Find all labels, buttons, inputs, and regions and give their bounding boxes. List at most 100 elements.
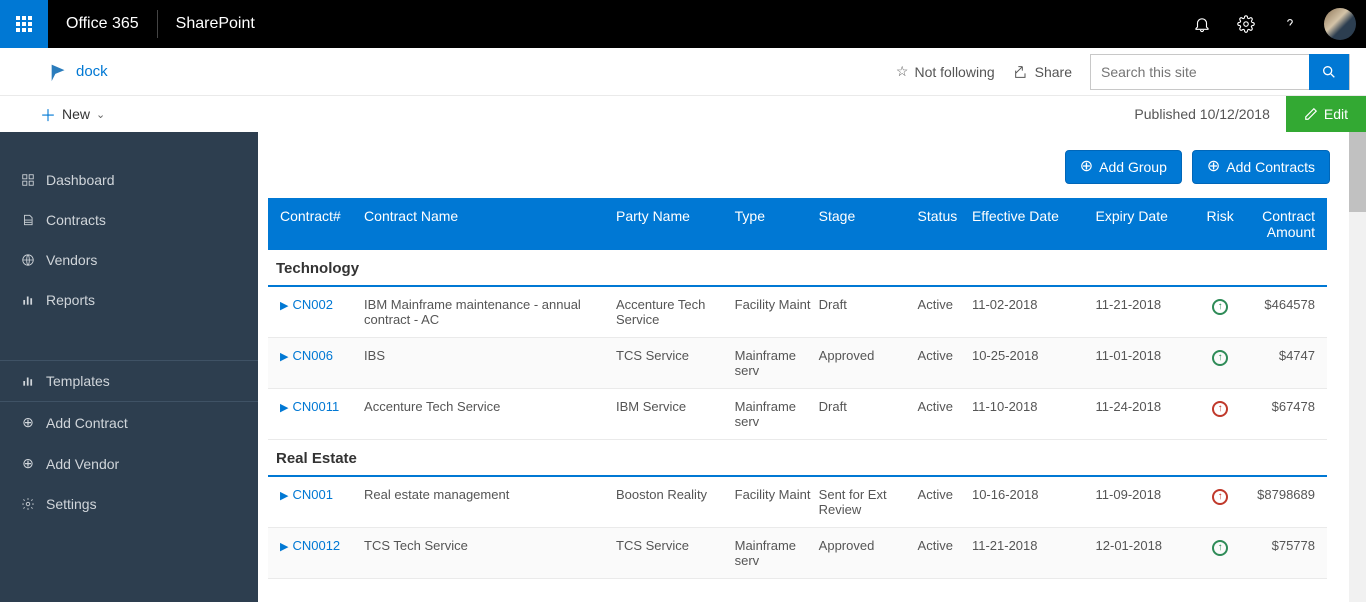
star-icon: ☆ <box>896 63 909 80</box>
search-input[interactable] <box>1091 64 1309 80</box>
th-expiry[interactable]: Expiry Date <box>1092 208 1201 240</box>
th-contract-name[interactable]: Contract Name <box>360 208 612 240</box>
table-row: ▶CN001Real estate managementBooston Real… <box>268 477 1327 528</box>
cell-expiry: 11-01-2018 <box>1092 348 1201 363</box>
sidebar-item-dashboard[interactable]: Dashboard <box>0 160 258 200</box>
cell-name: TCS Tech Service <box>360 538 612 553</box>
sidebar-item-vendors[interactable]: Vendors <box>0 240 258 280</box>
sidebar-item-add-contract[interactable]: ⊕ Add Contract <box>0 402 258 443</box>
search-button[interactable] <box>1309 54 1349 90</box>
cell-party: IBM Service <box>612 399 731 414</box>
group-header[interactable]: Technology <box>268 250 1327 287</box>
contracts-table: Contract# Contract Name Party Name Type … <box>268 198 1327 579</box>
cell-status: Active <box>914 399 968 414</box>
plus-circle-icon: ⊕ <box>20 455 36 472</box>
waffle-icon <box>16 16 32 32</box>
th-party-name[interactable]: Party Name <box>612 208 731 240</box>
not-following-label: Not following <box>914 64 994 80</box>
cell-name: Accenture Tech Service <box>360 399 612 414</box>
cell-type: Mainframe serv <box>731 538 815 568</box>
scrollbar-thumb[interactable] <box>1349 132 1366 212</box>
add-group-label: Add Group <box>1099 159 1167 175</box>
contract-number-link[interactable]: CN002 <box>292 297 332 312</box>
sidebar-item-settings[interactable]: Settings <box>0 484 258 524</box>
contract-number-link[interactable]: CN001 <box>292 487 332 502</box>
th-type[interactable]: Type <box>731 208 815 240</box>
global-nav-bar: Office 365 SharePoint <box>0 0 1366 48</box>
add-contracts-label: Add Contracts <box>1226 159 1315 175</box>
main-layout: Dashboard Contracts Vendors Reports <box>0 132 1366 602</box>
user-avatar[interactable] <box>1324 8 1356 40</box>
cell-stage: Approved <box>815 348 914 363</box>
contract-number-link[interactable]: CN0012 <box>292 538 340 553</box>
sidebar: Dashboard Contracts Vendors Reports <box>0 132 258 602</box>
th-amount[interactable]: Contract Amount <box>1240 208 1319 240</box>
plus-icon: ＋ <box>40 102 56 126</box>
expand-caret-icon[interactable]: ▶ <box>280 402 288 414</box>
table-row: ▶ CN0011 Accenture Tech ServiceIBM Service… <box>268 389 1327 440</box>
risk-indicator-icon: ↑ <box>1212 299 1228 315</box>
risk-indicator-icon: ↑ <box>1212 489 1228 505</box>
cell-risk: ↑ <box>1200 399 1240 417</box>
content-area: ⊕ Add Group ⊕ Add Contracts Contract# Co… <box>258 132 1366 602</box>
risk-indicator-icon: ↑ <box>1212 540 1228 556</box>
dashboard-icon <box>20 173 36 187</box>
contract-number-link[interactable]: CN0011 <box>292 399 339 414</box>
th-contract-num[interactable]: Contract# <box>276 208 360 240</box>
expand-caret-icon[interactable]: ▶ <box>280 300 288 312</box>
sidebar-item-label: Settings <box>46 496 97 512</box>
th-stage[interactable]: Stage <box>815 208 914 240</box>
cell-type: Facility Maint <box>731 487 815 502</box>
help-icon[interactable] <box>1270 0 1310 48</box>
sidebar-item-contracts[interactable]: Contracts <box>0 200 258 240</box>
site-logo[interactable]: dock <box>48 61 108 83</box>
cell-amount: $4747 <box>1240 348 1319 363</box>
expand-caret-icon[interactable]: ▶ <box>280 490 288 502</box>
cell-amount: $67478 <box>1240 399 1319 414</box>
dock-logo-icon <box>48 61 70 83</box>
contract-number-link[interactable]: CN006 <box>292 348 332 363</box>
app-launcher-button[interactable] <box>0 0 48 48</box>
new-button[interactable]: ＋ New ⌄ <box>40 102 105 126</box>
scrollbar[interactable] <box>1349 132 1366 602</box>
table-row: ▶CN006IBSTCS ServiceMainframe servApprov… <box>268 338 1327 389</box>
notifications-icon[interactable] <box>1182 0 1222 48</box>
cell-amount: $464578 <box>1240 297 1319 312</box>
sidebar-item-label: Add Vendor <box>46 456 119 472</box>
cell-status: Active <box>914 487 968 502</box>
cell-stage: Sent for Ext Review <box>815 487 914 517</box>
group-header[interactable]: Real Estate <box>268 440 1327 477</box>
cell-type: Mainframe serv <box>731 348 815 378</box>
th-risk[interactable]: Risk <box>1200 208 1240 240</box>
table-header: Contract# Contract Name Party Name Type … <box>268 198 1327 250</box>
sidebar-item-add-vendor[interactable]: ⊕ Add Vendor <box>0 443 258 484</box>
cell-amount: $8798689 <box>1240 487 1319 502</box>
settings-gear-icon[interactable] <box>1226 0 1266 48</box>
not-following-button[interactable]: ☆ Not following <box>896 63 995 80</box>
office-365-label[interactable]: Office 365 <box>48 15 157 33</box>
add-contracts-button[interactable]: ⊕ Add Contracts <box>1192 150 1330 184</box>
cell-type: Mainframe serv <box>731 399 815 429</box>
th-status[interactable]: Status <box>914 208 968 240</box>
sidebar-item-templates[interactable]: Templates <box>0 361 258 401</box>
table-row: ▶CN002IBM Mainframe maintenance - annual… <box>268 287 1327 338</box>
table-row: ▶CN0012TCS Tech ServiceTCS ServiceMainfr… <box>268 528 1327 579</box>
published-status: Published 10/12/2018 <box>1134 106 1285 122</box>
sidebar-item-label: Reports <box>46 292 95 308</box>
cell-expiry: 11-09-2018 <box>1092 487 1201 502</box>
expand-caret-icon[interactable]: ▶ <box>280 541 288 553</box>
share-button[interactable]: Share <box>1013 64 1072 80</box>
chart-icon <box>20 293 36 307</box>
th-effective[interactable]: Effective Date <box>968 208 1092 240</box>
cell-expiry: 11-21-2018 <box>1092 297 1201 312</box>
edit-button[interactable]: Edit <box>1286 96 1366 132</box>
cell-type: Facility Maint <box>731 297 815 312</box>
search-box <box>1090 54 1350 90</box>
site-name: dock <box>76 63 108 80</box>
sharepoint-label[interactable]: SharePoint <box>158 15 273 33</box>
sidebar-item-reports[interactable]: Reports <box>0 280 258 320</box>
cell-risk: ↑ <box>1200 487 1240 505</box>
add-group-button[interactable]: ⊕ Add Group <box>1065 150 1182 184</box>
expand-caret-icon[interactable]: ▶ <box>280 351 288 363</box>
cell-party: Booston Reality <box>612 487 731 502</box>
